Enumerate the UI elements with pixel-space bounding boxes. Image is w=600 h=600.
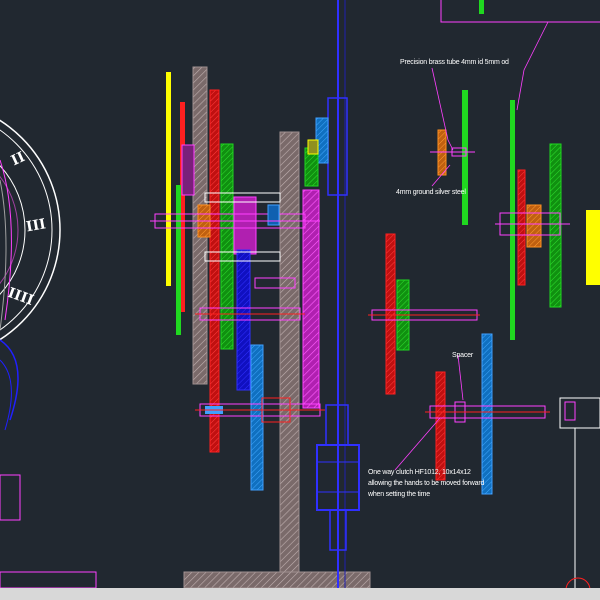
green-wheel-left — [176, 185, 181, 335]
dial-numeral-three: III — [25, 216, 47, 235]
title-block-frame — [440, 0, 600, 23]
top-green-marker — [479, 0, 484, 14]
cad-drawing-canvas: II III IIII Precision brass tube 4mm id … — [0, 0, 600, 600]
magenta-bushing — [181, 144, 195, 196]
dial-numeral-four: IIII — [6, 285, 36, 309]
dial-numeral-two: II — [9, 149, 28, 169]
magenta-pinion — [233, 196, 257, 255]
clutch-label-line1: One way clutch HF1012, 10x14x12 — [368, 469, 471, 476]
green-wheel-center — [220, 143, 234, 350]
yellow-pinion — [307, 139, 319, 155]
silver-steel-label: 4mm ground silver steel — [396, 189, 466, 196]
precision-tube-label: Precision brass tube 4mm id 5mm od — [400, 59, 509, 66]
intermediate-wheel — [368, 233, 480, 395]
right-gear-group — [495, 100, 600, 340]
clutch-label-line2: allowing the hands to be moved forward — [368, 480, 484, 487]
main-frame-plate — [279, 131, 300, 573]
base-plate — [183, 571, 371, 589]
bottom-right-bracket — [559, 397, 600, 600]
clock-dial: II III IIII — [0, 119, 97, 589]
clutch-label-line3: when setting the time — [367, 491, 430, 498]
cyan-wheel-lower — [250, 344, 264, 491]
status-bar — [0, 588, 600, 600]
red-wheel-tall — [209, 89, 220, 453]
spacer-label: Spacer — [452, 352, 474, 359]
tube-gear-group — [430, 90, 475, 225]
yellow-wheel — [166, 72, 171, 286]
